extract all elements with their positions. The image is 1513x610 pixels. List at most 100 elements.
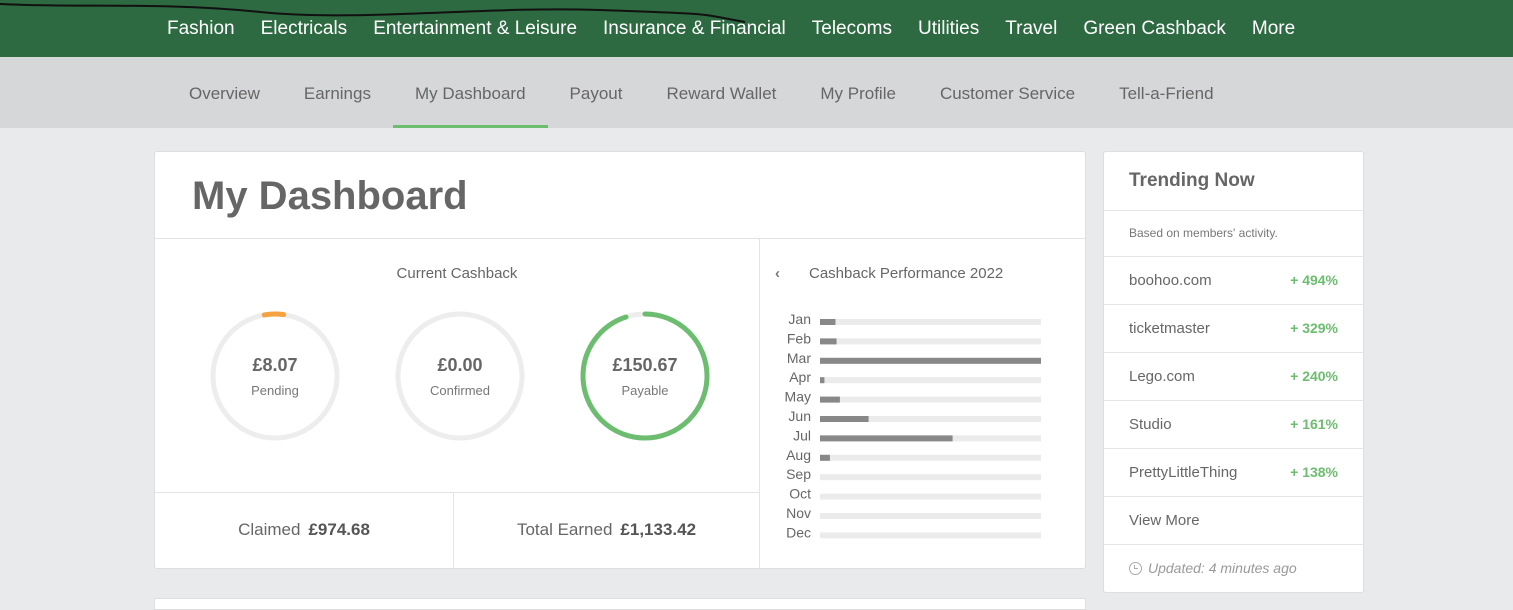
view-more-row: View More <box>1104 496 1363 544</box>
chart-month-label: Jun <box>788 408 811 424</box>
top-nav-fashion[interactable]: Fashion <box>167 18 235 40</box>
chart-bar <box>820 377 825 384</box>
total-earned-value: £1,133.42 <box>620 520 697 539</box>
chart-bar <box>820 435 953 442</box>
trending-item-name: PrettyLittleThing <box>1129 464 1238 481</box>
chart-month-label: Aug <box>786 447 811 463</box>
chart-bar-track <box>820 454 1041 461</box>
divider <box>155 238 1085 239</box>
trending-item-name: Lego.com <box>1129 368 1195 385</box>
trending-item-pct: + 138% <box>1290 464 1338 480</box>
top-nav-list: Fashion Electricals Entertainment & Leis… <box>154 0 1308 57</box>
sub-nav-my-dashboard[interactable]: My Dashboard <box>392 57 548 128</box>
sub-nav-customer-service[interactable]: Customer Service <box>918 57 1097 128</box>
divider <box>759 238 760 568</box>
claimed-label: Claimed <box>238 520 301 539</box>
trending-item-name: ticketmaster <box>1129 320 1210 337</box>
chart-bar <box>820 396 840 403</box>
updated-row: Updated: 4 minutes ago <box>1104 544 1363 592</box>
updated-text: Updated: 4 minutes ago <box>1148 560 1297 576</box>
chart-bar-track <box>820 396 1041 403</box>
top-nav-entertainment[interactable]: Entertainment & Leisure <box>373 18 577 40</box>
chart-bar-track <box>820 513 1041 519</box>
payable-amount: £150.67 <box>612 355 678 375</box>
chart-bar <box>820 357 1041 364</box>
chart-month-label: Jul <box>793 427 811 443</box>
trending-item-pct: + 494% <box>1290 272 1338 288</box>
total-earned-label: Total Earned <box>516 520 613 539</box>
top-nav-insurance[interactable]: Insurance & Financial <box>603 18 786 40</box>
clock-icon <box>1129 562 1142 575</box>
top-nav-bar: Fashion Electricals Entertainment & Leis… <box>0 0 1513 57</box>
chart-bar-track <box>820 474 1041 481</box>
account-sub-nav: Overview Earnings My Dashboard Payout Re… <box>0 57 1513 128</box>
sub-nav-tell-a-friend[interactable]: Tell-a-Friend <box>1097 57 1235 128</box>
total-earned-stat: Total Earned £1,133.42 <box>454 492 759 568</box>
sub-nav-earnings[interactable]: Earnings <box>282 57 393 128</box>
payable-ring-graphic <box>580 311 710 441</box>
confirmed-ring-graphic <box>395 311 525 441</box>
top-nav-telecoms[interactable]: Telecoms <box>812 18 892 40</box>
trending-item[interactable]: Lego.com + 240% <box>1104 352 1363 400</box>
chart-title: Cashback Performance 2022 <box>809 265 1004 282</box>
dashboard-card: My Dashboard Current Cashback £8.07 Pend… <box>154 151 1086 569</box>
chart-bar-track <box>820 338 1041 345</box>
current-cashback-label: Current Cashback <box>396 265 518 282</box>
chart-month-label: May <box>785 389 811 405</box>
trending-item[interactable]: boohoo.com + 494% <box>1104 256 1363 304</box>
page-title: My Dashboard <box>192 174 468 218</box>
trending-card: Trending Now Based on members' activity.… <box>1103 151 1364 593</box>
trending-item-name: Studio <box>1129 416 1172 433</box>
chart-bar-track <box>820 377 1041 384</box>
chart-month-label: Sep <box>786 466 811 482</box>
view-more-link[interactable]: View More <box>1104 497 1363 544</box>
cashback-performance-chart: Jan Feb Mar Apr May Jun Jul Aug Sep Oct Nov Dec <box>785 312 1041 540</box>
chart-bar <box>820 319 836 325</box>
confirmed-ring: £0.00 Confirmed <box>393 309 527 443</box>
trending-item-pct: + 240% <box>1290 368 1338 384</box>
trending-item-name: boohoo.com <box>1129 272 1212 289</box>
pending-amount: £8.07 <box>252 355 298 375</box>
trending-item[interactable]: PrettyLittleThing + 138% <box>1104 448 1363 496</box>
payable-label: Payable <box>621 383 669 398</box>
chart-month-label: Feb <box>787 330 811 346</box>
top-nav-green-cashback[interactable]: Green Cashback <box>1083 18 1226 40</box>
chart-month-label: Mar <box>787 350 811 366</box>
chart-bar-track <box>820 532 1041 539</box>
top-nav-travel[interactable]: Travel <box>1005 18 1057 40</box>
top-nav-more[interactable]: More <box>1252 18 1295 40</box>
chart-header: ‹ Cashback Performance 2022 <box>775 265 1003 282</box>
top-nav-electricals[interactable]: Electricals <box>261 18 348 40</box>
top-nav-utilities[interactable]: Utilities <box>918 18 979 40</box>
pending-label: Pending <box>251 383 299 398</box>
chart-month-label: Nov <box>786 505 811 521</box>
sub-nav-my-profile[interactable]: My Profile <box>798 57 918 128</box>
chevron-left-icon[interactable]: ‹ <box>775 265 795 282</box>
pending-ring: £8.07 Pending <box>208 309 342 443</box>
sub-nav-overview[interactable]: Overview <box>167 57 282 128</box>
sub-nav-reward-wallet[interactable]: Reward Wallet <box>644 57 798 128</box>
chart-bar <box>820 454 830 461</box>
sub-nav-payout[interactable]: Payout <box>548 57 645 128</box>
confirmed-label: Confirmed <box>430 383 490 398</box>
chart-month-label: Oct <box>789 486 811 502</box>
trending-item-pct: + 329% <box>1290 320 1338 336</box>
chart-bar <box>820 416 869 422</box>
trending-item-pct: + 161% <box>1290 416 1338 432</box>
chart-month-label: Jan <box>788 312 811 327</box>
chart-bar <box>820 338 837 345</box>
trending-item[interactable]: ticketmaster + 329% <box>1104 304 1363 352</box>
pending-ring-graphic <box>210 311 340 441</box>
trending-subtitle-row: Based on members' activity. <box>1104 210 1363 255</box>
sub-nav-list: Overview Earnings My Dashboard Payout Re… <box>167 57 1236 128</box>
payable-ring: £150.67 Payable <box>578 309 712 443</box>
trending-title: Trending Now <box>1129 170 1255 191</box>
chart-month-label: Dec <box>786 524 811 540</box>
chart-bar-track <box>820 319 1041 325</box>
trending-subtitle: Based on members' activity. <box>1129 226 1278 240</box>
confirmed-amount: £0.00 <box>437 355 483 375</box>
chart-month-label: Apr <box>789 369 811 385</box>
trending-item[interactable]: Studio + 161% <box>1104 400 1363 448</box>
claimed-value: £974.68 <box>308 520 370 539</box>
claimed-stat: Claimed £974.68 <box>155 492 453 568</box>
